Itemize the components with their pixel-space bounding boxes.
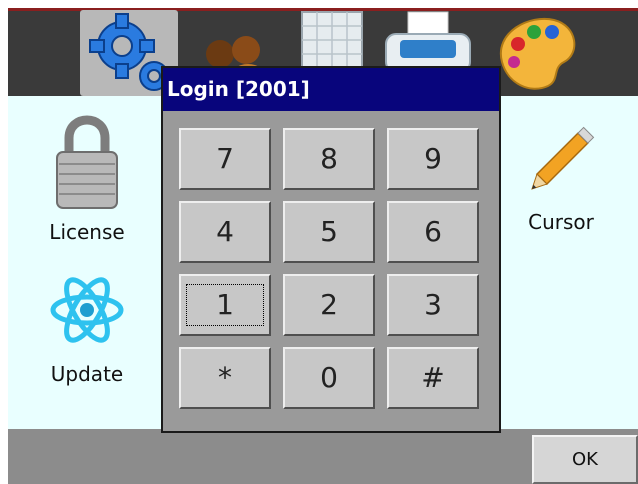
bottom-bar: OK (8, 429, 638, 484)
key-0[interactable]: 0 (283, 347, 375, 409)
key-star[interactable]: * (179, 347, 271, 409)
key-1[interactable]: 1 (179, 274, 271, 336)
atom-icon (50, 277, 124, 343)
key-7[interactable]: 7 (179, 128, 271, 190)
key-label: 0 (320, 361, 338, 394)
key-5[interactable]: 5 (283, 201, 375, 263)
key-label: 7 (216, 142, 234, 175)
ok-button[interactable]: OK (532, 435, 638, 484)
key-label: 9 (424, 142, 442, 175)
key-label: 8 (320, 142, 338, 175)
cursor-item[interactable]: Cursor (506, 120, 616, 234)
update-item[interactable]: Update (32, 268, 142, 386)
login-dialog: Login [2001] 7 8 9 4 5 6 1 2 3 * 0 # (161, 66, 501, 433)
license-label: License (49, 220, 125, 244)
key-2[interactable]: 2 (283, 274, 375, 336)
cursor-label: Cursor (528, 210, 594, 234)
key-8[interactable]: 8 (283, 128, 375, 190)
key-4[interactable]: 4 (179, 201, 271, 263)
key-9[interactable]: 9 (387, 128, 479, 190)
dialog-titlebar: Login [2001] (163, 68, 499, 111)
key-label: 1 (186, 284, 264, 326)
key-hash[interactable]: # (387, 347, 479, 409)
update-label: Update (50, 362, 124, 386)
key-label: # (421, 361, 445, 394)
dialog-title: Login [2001] (167, 77, 310, 101)
key-label: 6 (424, 215, 442, 248)
key-3[interactable]: 3 (387, 274, 479, 336)
key-label: 5 (320, 215, 338, 248)
key-label: * (218, 361, 232, 394)
key-label: 4 (216, 215, 234, 248)
key-label: 3 (424, 288, 442, 321)
tab-palette[interactable] (490, 10, 588, 96)
palette-icon (499, 17, 576, 90)
pencil-icon (531, 126, 595, 190)
key-label: 2 (320, 288, 338, 321)
key-6[interactable]: 6 (387, 201, 479, 263)
padlock-icon (56, 115, 118, 209)
license-item[interactable]: License (32, 110, 142, 244)
